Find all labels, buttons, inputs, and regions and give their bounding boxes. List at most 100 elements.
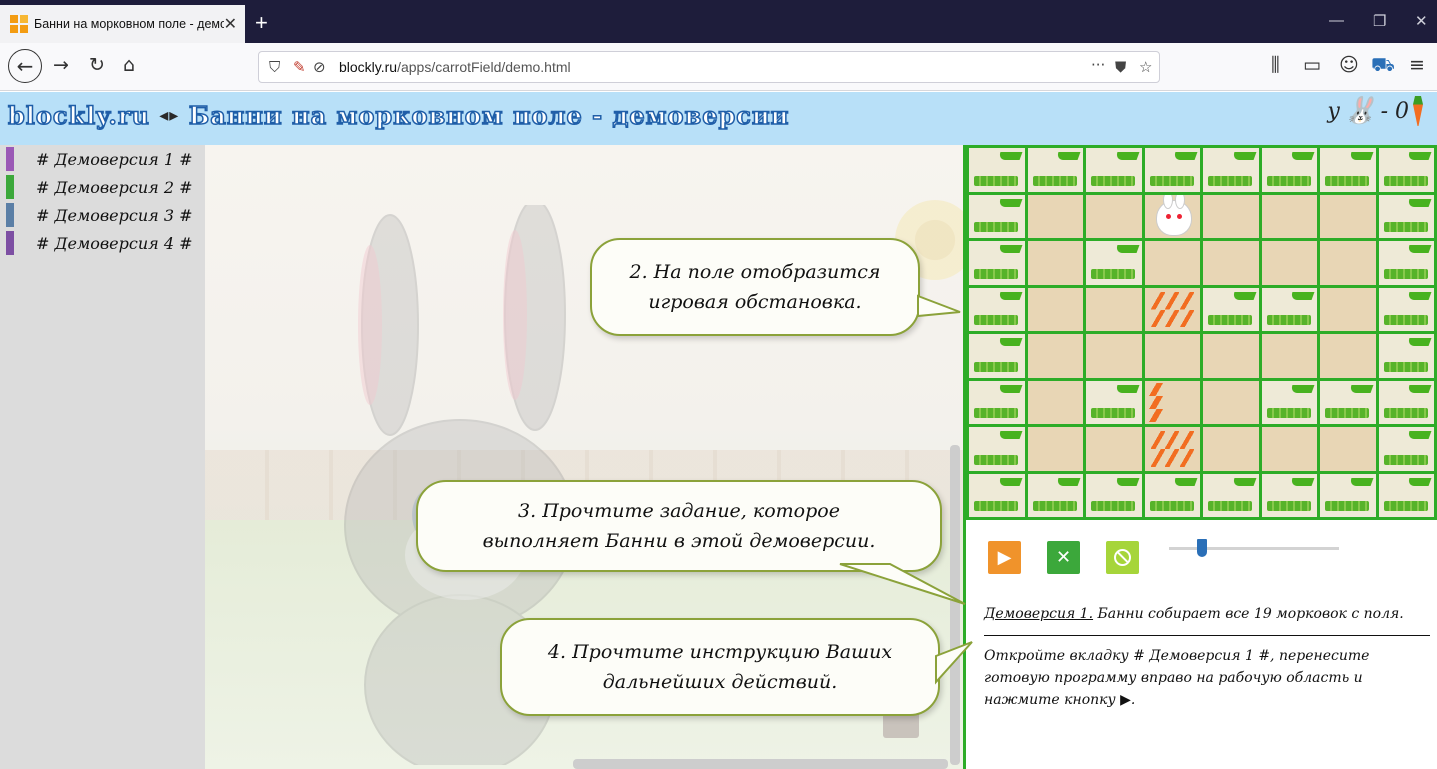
category-label: # Демоверсия 2 # <box>36 177 193 197</box>
field-cell-carrots <box>1144 427 1200 471</box>
field-cell-empty <box>1086 194 1142 238</box>
page-title: blockly.ru ◂▸ Банни на морковном поле - … <box>7 100 790 131</box>
field-cell-empty <box>1027 380 1083 424</box>
browser-tab-bar: Банни на морковном поле - демоверсии ✕ +… <box>0 0 1437 43</box>
new-tab-button[interactable]: + <box>255 10 268 36</box>
field-cell-wall <box>1378 287 1434 331</box>
field-cell-wall <box>1261 473 1317 517</box>
field-cell-wall <box>1320 380 1376 424</box>
field-cell-empty <box>1261 241 1317 285</box>
window-maximize-button[interactable]: ❐ <box>1373 12 1386 30</box>
page-actions-icon[interactable]: ··· <box>1091 56 1105 74</box>
field-cell-empty <box>1320 334 1376 378</box>
field-cell-wall <box>969 241 1025 285</box>
field-cell-empty <box>1027 194 1083 238</box>
field-cell-wall <box>1203 473 1259 517</box>
forward-arrow-icon[interactable]: → <box>53 54 69 76</box>
field-cell-wall <box>1378 473 1434 517</box>
run-button[interactable]: ▶ <box>988 540 1021 574</box>
category-color-bar <box>6 175 14 199</box>
field-cell-empty <box>1027 287 1083 331</box>
field-cell-wall <box>1261 148 1317 192</box>
account-icon[interactable]: ☺ <box>1339 54 1359 76</box>
speed-slider-thumb[interactable] <box>1197 539 1207 557</box>
cart-extension-icon[interactable]: ⛟ <box>1371 54 1395 79</box>
score-prefix: у <box>1327 98 1341 124</box>
site-name[interactable]: blockly.ru <box>7 100 150 131</box>
stop-button[interactable] <box>1106 540 1139 574</box>
field-cell-wall <box>969 334 1025 378</box>
field-cell-wall <box>1086 148 1142 192</box>
app-title: Банни на морковном поле - демоверсии <box>188 100 790 131</box>
field-cell-bunny <box>1144 194 1200 238</box>
task-description: Демоверсия 1. Банни собирает все 19 морк… <box>984 606 1434 622</box>
toolbox-category-demo4[interactable]: # Демоверсия 4 # <box>0 229 205 257</box>
field-cell-wall <box>1320 148 1376 192</box>
field-cell-wall <box>1378 380 1434 424</box>
menu-hamburger-icon[interactable]: ≡ <box>1409 54 1425 76</box>
category-label: # Демоверсия 4 # <box>36 233 193 253</box>
carrot-field-grid <box>966 145 1437 520</box>
page-content: blockly.ru ◂▸ Банни на морковном поле - … <box>0 92 1437 769</box>
browser-tab[interactable]: Банни на морковном поле - демоверсии ✕ <box>0 5 245 43</box>
nav-arrows-icon[interactable]: ◂▸ <box>159 105 179 126</box>
field-cell-wall <box>1144 148 1200 192</box>
category-color-bar <box>6 147 14 171</box>
toolbox-category-demo1[interactable]: # Демоверсия 1 # <box>0 145 205 173</box>
field-cell-empty <box>1261 334 1317 378</box>
field-cell-wall <box>969 427 1025 471</box>
field-cell-wall <box>1378 148 1434 192</box>
callout-tail <box>839 563 966 605</box>
field-cell-wall <box>1203 148 1259 192</box>
game-panel: ▶ ✕ Демоверсия 1. Банни собирает все 19 … <box>963 145 1437 769</box>
bunny-icon: 🐰 <box>1344 96 1377 126</box>
field-cell-empty <box>1203 334 1259 378</box>
workspace-horizontal-scrollbar[interactable] <box>573 759 948 769</box>
field-cell-wall <box>1086 241 1142 285</box>
autoplay-blocked-icon[interactable]: ⊘ <box>313 58 326 76</box>
field-cell-empty <box>1027 427 1083 471</box>
permissions-icon[interactable]: ✎ <box>293 58 306 76</box>
home-icon[interactable]: ⌂ <box>123 54 135 76</box>
window-minimize-button[interactable]: — <box>1329 12 1344 29</box>
field-cell-wall <box>1203 287 1259 331</box>
callout-tail <box>917 294 961 318</box>
field-cell-wall <box>1027 473 1083 517</box>
category-label: # Демоверсия 3 # <box>36 205 193 225</box>
reset-button[interactable]: ✕ <box>1047 540 1080 574</box>
field-cell-empty <box>1203 427 1259 471</box>
field-cell-empty <box>1027 241 1083 285</box>
field-cell-wall <box>1027 148 1083 192</box>
speed-slider-track[interactable] <box>1169 547 1339 550</box>
site-header: blockly.ru ◂▸ Банни на морковном поле - … <box>0 92 1437 145</box>
pocket-icon[interactable]: ⛊ <box>1115 58 1126 76</box>
sidebar-toggle-icon[interactable]: ▭ <box>1303 54 1321 76</box>
field-cell-wall <box>1378 427 1434 471</box>
callout-field: 2. На поле отобразится игровая обстановк… <box>590 238 920 336</box>
field-cell-empty <box>1086 287 1142 331</box>
site-favicon-icon <box>10 15 28 33</box>
score-value: - 0 <box>1380 98 1409 124</box>
library-icon[interactable]: ⫼ <box>1271 54 1280 76</box>
toolbox-category-demo3[interactable]: # Демоверсия 3 # <box>0 201 205 229</box>
toolbox-category-demo2[interactable]: # Демоверсия 2 # <box>0 173 205 201</box>
reload-icon[interactable]: ↻ <box>89 54 105 76</box>
field-cell-empty <box>1203 241 1259 285</box>
demo-link[interactable]: Демоверсия 1. <box>984 606 1093 622</box>
field-cell-empty <box>1027 334 1083 378</box>
category-label: # Демоверсия 1 # <box>36 149 193 169</box>
shield-icon[interactable]: ⛉ <box>269 58 280 76</box>
tab-close-icon[interactable]: ✕ <box>224 14 237 33</box>
run-controls: ▶ ✕ <box>988 540 1139 574</box>
task-text: Банни собирает все 19 морковок с поля. <box>1093 606 1404 622</box>
bunny-icon <box>1156 194 1191 235</box>
field-cell-wall <box>1378 194 1434 238</box>
field-cell-wall <box>969 473 1025 517</box>
back-arrow-icon[interactable]: ← <box>8 49 42 83</box>
field-cell-empty <box>1203 194 1259 238</box>
bookmark-star-icon[interactable]: ☆ <box>1139 58 1152 76</box>
field-cell-empty <box>1203 380 1259 424</box>
field-cell-wall <box>1261 287 1317 331</box>
window-close-button[interactable]: ✕ <box>1415 12 1428 30</box>
url-bar[interactable]: ⛉ ✎ ⊘ blockly.ru/apps/carrotField/demo.h… <box>258 51 1160 83</box>
